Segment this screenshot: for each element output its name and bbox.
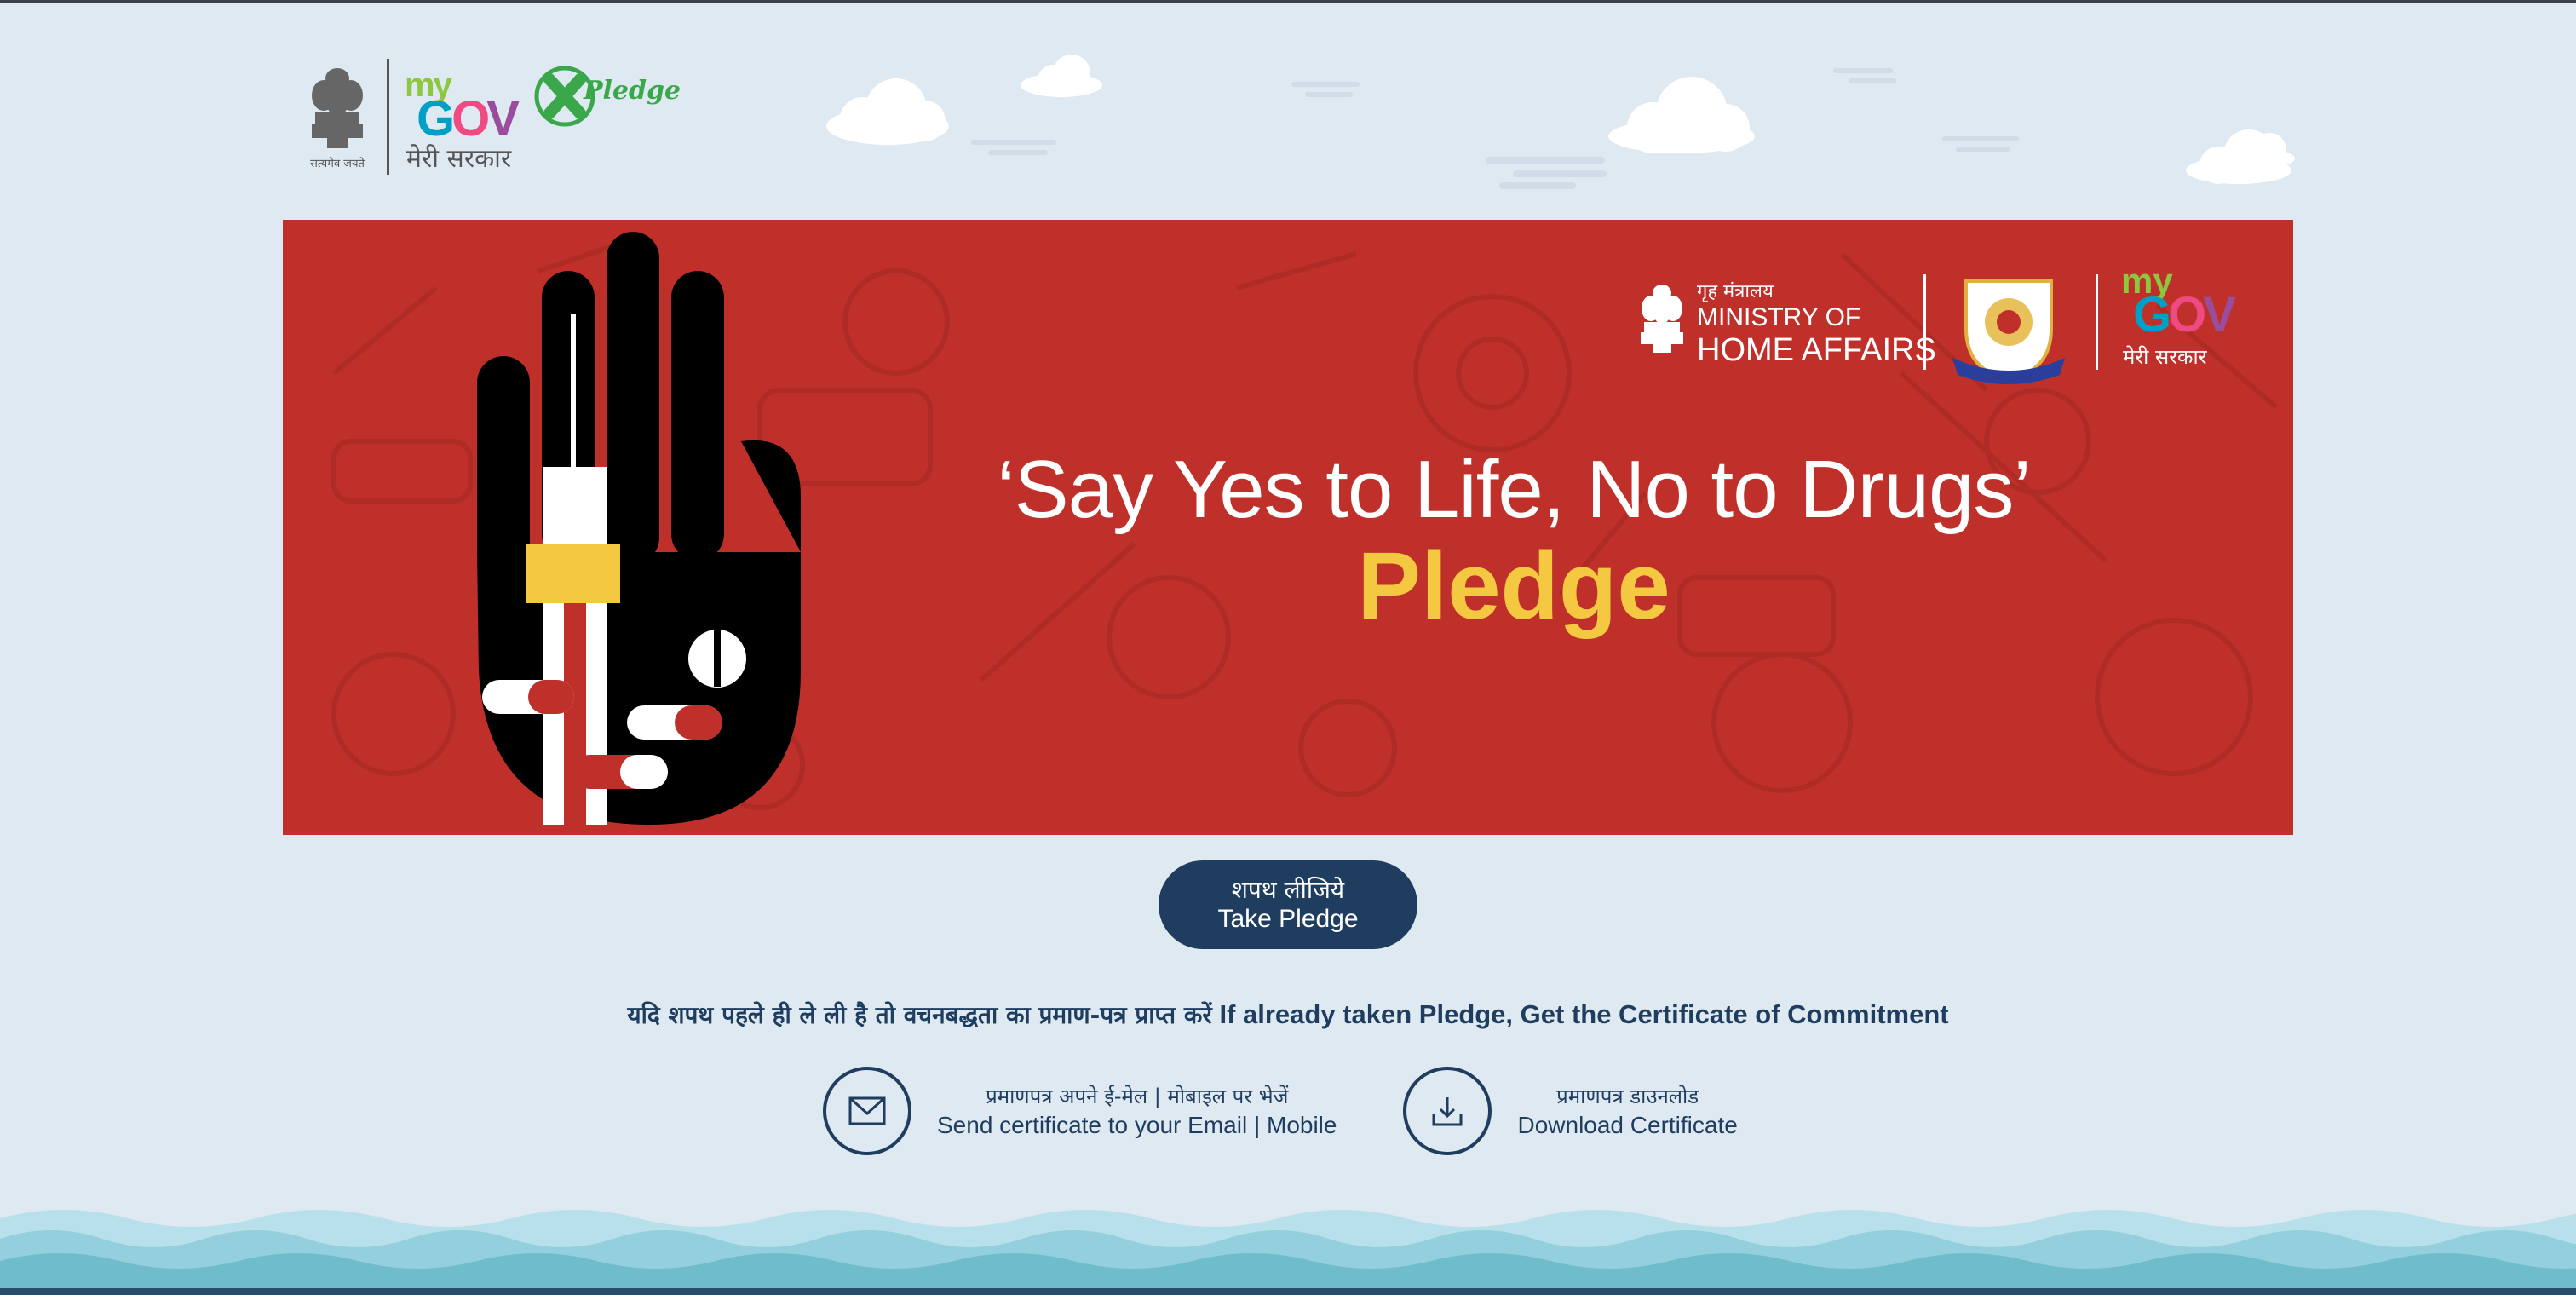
certificate-actions: प्रमाणपत्र अपने ई-मेल | मोबाइल पर भेजें … bbox=[823, 1067, 1738, 1155]
mha-line2: HOME AFFAIRS bbox=[1697, 332, 1936, 368]
mygov-hindi-text: मेरी सरकार bbox=[406, 144, 512, 174]
pledge-logo: Pledge bbox=[532, 57, 686, 142]
banner-subheadline: Pledge bbox=[1357, 532, 1670, 639]
emblem-caption: सत्यमेव जयते bbox=[310, 157, 365, 170]
mail-icon[interactable] bbox=[823, 1067, 911, 1155]
waves-decoration bbox=[0, 1210, 2576, 1288]
site-header: सत्यमेव जयते my GOV मेरी सरकार Pledge bbox=[305, 53, 686, 181]
mha-hindi-text: गृह मंत्रालय bbox=[1697, 281, 1774, 302]
take-pledge-label-en: Take Pledge bbox=[1217, 905, 1359, 933]
bottom-border bbox=[0, 1288, 2576, 1295]
banner-logo-divider bbox=[1923, 274, 1926, 370]
mha-logo: गृह मंत्रालय MINISTRY OF HOME AFFAIRS bbox=[1636, 278, 1936, 369]
already-taken-text: यदि शपथ पहले ही ले ली है तो वचनबद्धता का… bbox=[0, 999, 2576, 1031]
already-taken-en: If already taken Pledge, Get the Certifi… bbox=[1219, 999, 1949, 1029]
mygov-gov-text: GOV bbox=[417, 91, 520, 147]
header-divider bbox=[387, 59, 389, 175]
mha-emblem-icon bbox=[1641, 284, 1683, 353]
mygov-logo[interactable]: my GOV मेरी सरकार bbox=[405, 61, 532, 174]
banner-logo-divider-2 bbox=[2096, 274, 2098, 370]
mha-line1: MINISTRY OF bbox=[1697, 303, 1861, 331]
already-taken-hi: यदि शपथ पहले ही ले ली है तो वचनबद्धता का… bbox=[627, 1001, 1212, 1029]
download-certificate-button[interactable]: प्रमाणपत्र डाउनलोड Download Certificate bbox=[1403, 1067, 1738, 1155]
download-icon[interactable] bbox=[1403, 1067, 1492, 1155]
send-certificate-label-en: Send certificate to your Email | Mobile bbox=[937, 1112, 1337, 1138]
send-certificate-button[interactable]: प्रमाणपत्र अपने ई-मेल | मोबाइल पर भेजें … bbox=[823, 1067, 1337, 1155]
send-certificate-label-hi: प्रमाणपत्र अपने ई-मेल | मोबाइल पर भेजें bbox=[986, 1085, 1289, 1108]
download-certificate-label-en: Download Certificate bbox=[1517, 1112, 1738, 1138]
take-pledge-label-hi: शपथ लीजिये bbox=[1231, 876, 1345, 904]
take-pledge-button[interactable]: शपथ लीजिये Take Pledge bbox=[1159, 860, 1417, 949]
national-emblem-logo[interactable]: सत्यमेव जयते bbox=[305, 61, 370, 172]
pledge-logo-text: Pledge bbox=[584, 76, 681, 106]
banner-headline: ‘Say Yes to Life, No to Drugs’ bbox=[997, 444, 2031, 535]
banner-mygov-logo: my GOV मेरी सरकार bbox=[2121, 261, 2236, 369]
police-badge-logo bbox=[1952, 279, 2065, 384]
hero-banner: गृह मंत्रालय MINISTRY OF HOME AFFAIRS my… bbox=[283, 220, 2293, 835]
download-certificate-label-hi: प्रमाणपत्र डाउनलोड bbox=[1556, 1085, 1699, 1108]
